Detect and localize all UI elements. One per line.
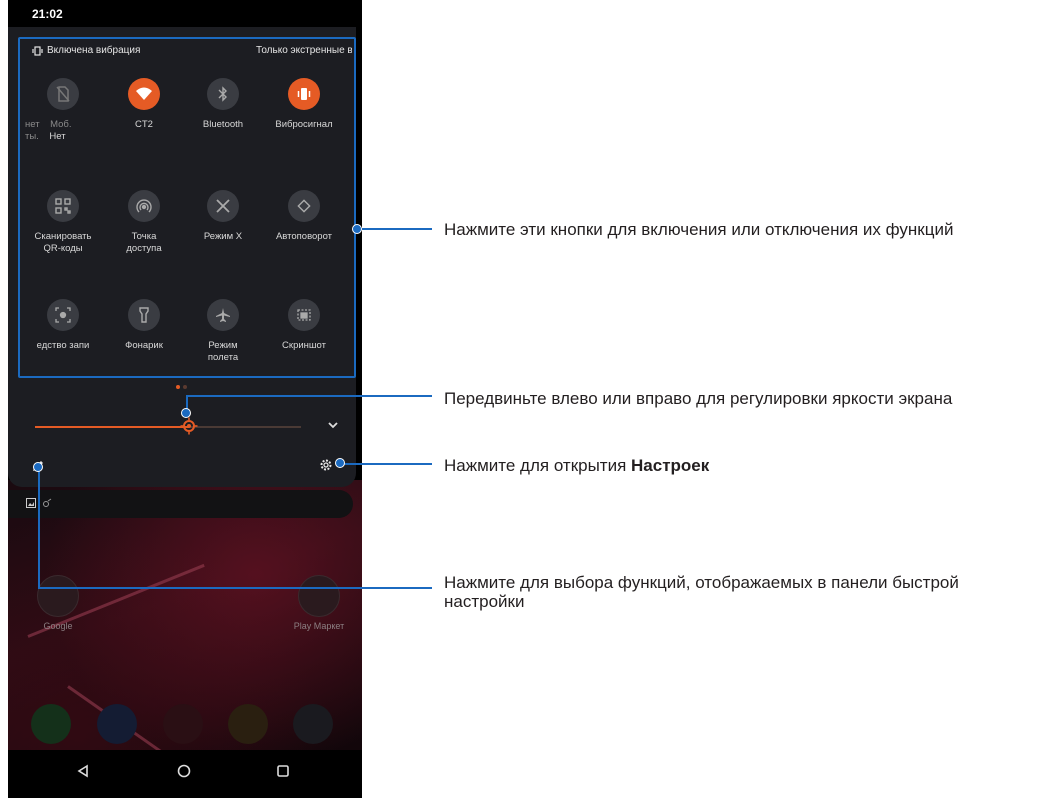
tile-label: Автоповорот bbox=[275, 231, 333, 242]
brightness-thumb-icon[interactable] bbox=[180, 417, 198, 435]
vibrate-icon bbox=[288, 78, 320, 110]
tile-label: Точка доступа bbox=[126, 231, 162, 254]
phone-app-icon[interactable] bbox=[31, 704, 71, 744]
brightness-slider[interactable] bbox=[35, 426, 301, 428]
tile-mobile-data[interactable]: нет Моб. ты. Нет bbox=[23, 78, 103, 143]
auto-rotate-icon bbox=[288, 190, 320, 222]
gallery-icon bbox=[26, 498, 36, 508]
airplane-icon bbox=[207, 299, 239, 331]
tile-qr-scan[interactable]: Сканировать QR-коды bbox=[23, 190, 103, 255]
vibrate-icon bbox=[32, 45, 43, 56]
annotation-settings-bold: Настроек bbox=[631, 456, 710, 475]
annotation-settings-text: Нажмите для открытия bbox=[444, 456, 632, 475]
callout-line bbox=[38, 587, 432, 589]
tile-screen-record[interactable]: едство запи bbox=[23, 299, 103, 352]
tile-label: Вибросигнал bbox=[275, 119, 333, 130]
tile-label: CT2 bbox=[135, 119, 153, 130]
tile-wifi[interactable]: CT2 bbox=[104, 78, 184, 131]
tile-flashlight[interactable]: Фонарик bbox=[104, 299, 184, 352]
callout-dot bbox=[181, 408, 191, 418]
page-dot bbox=[183, 385, 187, 389]
callout-dot bbox=[352, 224, 362, 234]
app-label: Play Маркет bbox=[293, 621, 345, 631]
bluetooth-icon bbox=[207, 78, 239, 110]
tile-label: Режим X bbox=[203, 231, 243, 242]
page-dot-active bbox=[176, 385, 180, 389]
page-indicator bbox=[176, 385, 187, 389]
tile-x-mode[interactable]: Режим X bbox=[183, 190, 263, 243]
camera-app-icon[interactable] bbox=[293, 704, 333, 744]
armoury-app-icon[interactable] bbox=[163, 704, 203, 744]
annotation-settings: Нажмите для открытия Настроек bbox=[444, 456, 709, 475]
chevron-down-icon[interactable] bbox=[326, 418, 340, 432]
screen-record-icon bbox=[47, 299, 79, 331]
chrome-app-icon[interactable] bbox=[228, 704, 268, 744]
app-google[interactable]: Google bbox=[32, 575, 84, 631]
tile-label: Скриншот bbox=[282, 340, 326, 351]
screenshot-icon bbox=[288, 299, 320, 331]
tile-bluetooth[interactable]: Bluetooth bbox=[183, 78, 263, 131]
callout-line bbox=[186, 395, 432, 397]
tile-airplane[interactable]: Режим полета bbox=[183, 299, 263, 364]
annotation-brightness: Передвиньте влево или вправо для регулир… bbox=[444, 389, 953, 408]
hotspot-icon bbox=[128, 190, 160, 222]
tile-label: Сканировать QR-коды bbox=[34, 231, 92, 254]
settings-gear-icon[interactable] bbox=[319, 458, 333, 472]
back-icon[interactable] bbox=[76, 764, 90, 778]
tile-vibrate[interactable]: Вибросигнал bbox=[264, 78, 344, 131]
vibration-label: Включена вибрация bbox=[47, 45, 141, 56]
no-sim-icon bbox=[47, 78, 79, 110]
annotation-edit: Нажмите для выбора функций, отображаемых… bbox=[444, 573, 959, 611]
sync-icon bbox=[43, 498, 52, 507]
tile-auto-rotate[interactable]: Автоповорот bbox=[264, 190, 344, 243]
flashlight-icon bbox=[128, 299, 160, 331]
tile-label: едство запи bbox=[36, 340, 90, 351]
notification-bar bbox=[8, 490, 353, 518]
app-play-market[interactable]: Play Маркет bbox=[284, 575, 354, 631]
annotation-edit-line2: настройки bbox=[444, 592, 525, 611]
tile-screenshot[interactable]: Скриншот bbox=[264, 299, 344, 352]
qr-code-icon bbox=[47, 190, 79, 222]
callout-line bbox=[357, 228, 432, 230]
tile-label: Bluetooth bbox=[202, 119, 244, 130]
status-time: 21:02 bbox=[32, 7, 63, 21]
vibration-status[interactable]: Включена вибрация bbox=[32, 45, 140, 56]
app-label: Google bbox=[43, 621, 73, 631]
callout-dot bbox=[335, 458, 345, 468]
callout-dot bbox=[33, 462, 43, 472]
callout-line bbox=[340, 463, 432, 465]
brightness-fill bbox=[35, 426, 190, 428]
tile-label: Фонарик bbox=[125, 340, 163, 351]
tile-hotspot[interactable]: Точка доступа bbox=[104, 190, 184, 255]
messages-app-icon[interactable] bbox=[97, 704, 137, 744]
tile-label: Режим полета bbox=[207, 340, 239, 363]
wifi-icon bbox=[128, 78, 160, 110]
google-folder-icon bbox=[37, 575, 79, 617]
x-mode-icon bbox=[207, 190, 239, 222]
annotation-edit-line1: Нажмите для выбора функций, отображаемых… bbox=[444, 573, 959, 592]
home-icon[interactable] bbox=[177, 764, 191, 778]
recents-icon[interactable] bbox=[276, 764, 290, 778]
play-store-icon bbox=[298, 575, 340, 617]
callout-line bbox=[38, 466, 40, 588]
emergency-only-label: Только экстренные вызовы bbox=[256, 45, 352, 56]
annotation-buttons: Нажмите эти кнопки для включения или отк… bbox=[444, 220, 954, 239]
phone-screen: 21:02 Включена вибрация Только экстренны… bbox=[8, 0, 362, 798]
